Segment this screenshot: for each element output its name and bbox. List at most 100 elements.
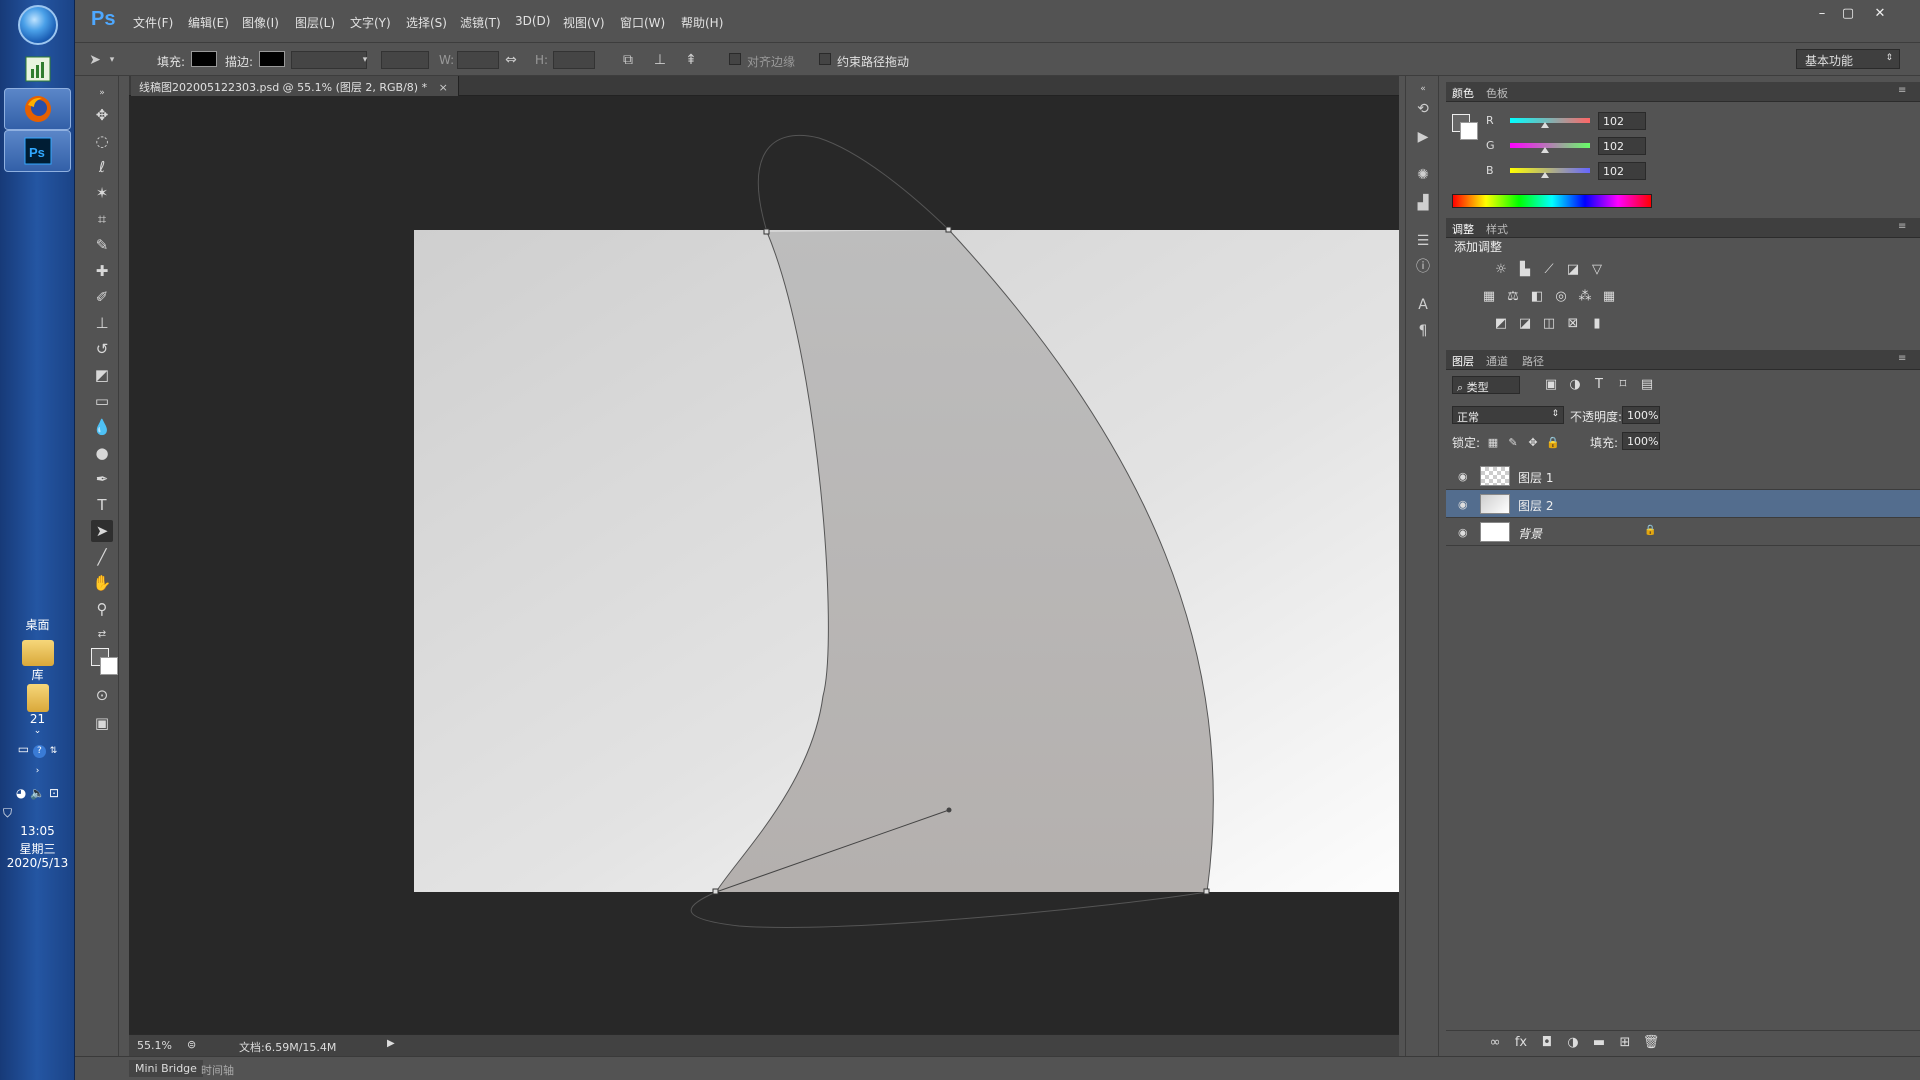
layer-name[interactable]: 图层 2 xyxy=(1518,497,1553,514)
menu-file[interactable]: 文件(F) xyxy=(133,14,173,31)
tray-expand-icon[interactable]: › xyxy=(0,766,75,776)
lock-position-icon[interactable]: ✥ xyxy=(1526,436,1540,450)
brush-panel-icon[interactable]: ✺ xyxy=(1414,166,1432,184)
opacity-field[interactable]: 100% xyxy=(1622,406,1660,424)
canvas-svg[interactable] xyxy=(129,96,1471,1034)
curves-icon[interactable]: ⟋ xyxy=(1540,262,1558,278)
lasso-tool-icon[interactable]: ℓ xyxy=(91,156,113,178)
swap-colors-icon[interactable]: ⇄ xyxy=(91,624,113,646)
color-balance-icon[interactable]: ⚖ xyxy=(1504,289,1522,305)
tray-menu-icon[interactable]: ⇅ xyxy=(50,746,58,756)
color-bg-preview[interactable] xyxy=(1460,122,1478,140)
gradient-tool-icon[interactable]: ▭ xyxy=(91,390,113,412)
width-field[interactable] xyxy=(457,51,499,69)
red-slider[interactable]: R 102 xyxy=(1486,112,1656,132)
fill-field[interactable]: 100% xyxy=(1622,432,1660,450)
delete-layer-icon[interactable]: 🗑 xyxy=(1642,1035,1660,1051)
blue-thumb[interactable] xyxy=(1541,172,1549,178)
add-mask-icon[interactable]: ◘ xyxy=(1538,1035,1556,1051)
maximize-button[interactable]: ▢ xyxy=(1835,6,1861,24)
folder-shortcut[interactable]: 21 ⌄ xyxy=(0,684,75,736)
taskbar-app-photoshop[interactable]: Ps xyxy=(4,130,71,172)
red-thumb[interactable] xyxy=(1541,122,1549,128)
black-white-icon[interactable]: ◧ xyxy=(1528,289,1546,305)
type-tool-icon[interactable]: T xyxy=(91,494,113,516)
clock-day[interactable]: 星期三 xyxy=(0,840,75,857)
stroke-width-dropdown-icon[interactable]: ▾ xyxy=(357,52,373,68)
character-panel-icon[interactable]: A xyxy=(1414,296,1432,314)
close-tab-icon[interactable]: × xyxy=(439,81,448,94)
green-track[interactable] xyxy=(1510,143,1590,148)
layer-style-icon[interactable]: fx xyxy=(1512,1035,1530,1051)
shield-icon[interactable]: ⛉ xyxy=(0,806,75,821)
document-tab[interactable]: 线稿图202005122303.psd @ 55.1% (图层 2, RGB/8… xyxy=(131,76,459,96)
brush-tool-icon[interactable]: ✐ xyxy=(91,286,113,308)
blue-slider[interactable]: B 102 xyxy=(1486,162,1656,182)
menu-image[interactable]: 图像(I) xyxy=(242,14,279,31)
vibrance-icon[interactable]: ▽ xyxy=(1588,262,1606,278)
path-arrangement-icon[interactable]: ⇞ xyxy=(683,52,699,68)
panel-menu-icon[interactable]: ≡ xyxy=(1898,85,1906,96)
clock-time[interactable]: 13:05 xyxy=(0,824,75,838)
visibility-eye-icon[interactable]: ◉ xyxy=(1458,470,1468,483)
status-menu-icon[interactable]: ⊜ xyxy=(187,1038,196,1051)
path-selection-tool-icon[interactable]: ➤ xyxy=(91,520,113,542)
layer-name[interactable]: 背景 xyxy=(1518,525,1542,542)
lock-transparent-icon[interactable]: ▦ xyxy=(1486,436,1500,450)
fill-swatch[interactable] xyxy=(191,51,217,67)
blur-tool-icon[interactable]: 💧 xyxy=(91,416,113,438)
color-lookup-icon[interactable]: ▦ xyxy=(1600,289,1618,305)
red-track[interactable] xyxy=(1510,118,1590,123)
menu-edit[interactable]: 编辑(E) xyxy=(188,14,229,31)
posterize-icon[interactable]: ◪ xyxy=(1516,316,1534,332)
clone-stamp-tool-icon[interactable]: ⊥ xyxy=(91,312,113,334)
anchor-point[interactable] xyxy=(945,226,952,233)
red-value[interactable]: 102 xyxy=(1598,112,1646,130)
tab-color[interactable]: 颜色 xyxy=(1452,85,1474,101)
histogram-panel-icon[interactable]: ▟ xyxy=(1414,194,1432,212)
tab-timeline[interactable]: 时间轴 xyxy=(195,1060,240,1080)
hand-tool-icon[interactable]: ✋ xyxy=(91,572,113,594)
green-slider[interactable]: G 102 xyxy=(1486,137,1656,157)
eraser-tool-icon[interactable]: ◩ xyxy=(91,364,113,386)
align-edges-checkbox[interactable] xyxy=(729,53,741,65)
path-operations-icon[interactable]: ⧉ xyxy=(620,52,636,68)
taskbar-app-chart[interactable] xyxy=(4,48,71,90)
invert-icon[interactable]: ◩ xyxy=(1492,316,1510,332)
volume-icon[interactable]: 🔈 xyxy=(30,786,45,800)
anchor-point[interactable] xyxy=(1203,888,1210,895)
layer-row-background[interactable]: ◉ 背景 🔒 xyxy=(1446,518,1920,546)
history-brush-tool-icon[interactable]: ↺ xyxy=(91,338,113,360)
visibility-eye-icon[interactable]: ◉ xyxy=(1458,498,1468,511)
line-tool-icon[interactable]: ╱ xyxy=(91,546,113,568)
background-color[interactable] xyxy=(100,657,118,675)
photo-filter-icon[interactable]: ◎ xyxy=(1552,289,1570,305)
layer-row-1[interactable]: ◉ 图层 1 xyxy=(1446,462,1920,490)
stroke-swatch[interactable] xyxy=(259,51,285,67)
adjust-panel-menu-icon[interactable]: ≡ xyxy=(1898,221,1906,232)
dodge-tool-icon[interactable]: ● xyxy=(91,442,113,464)
desktop-label[interactable]: 桌面 xyxy=(0,616,75,633)
bezier-handle-point[interactable] xyxy=(946,807,952,813)
paragraph-panel-icon[interactable]: ¶ xyxy=(1414,322,1432,340)
menu-select[interactable]: 选择(S) xyxy=(406,14,447,31)
blue-value[interactable]: 102 xyxy=(1598,162,1646,180)
eyedropper-tool-icon[interactable]: ✎ xyxy=(91,234,113,256)
dock-collapse-icon[interactable]: « xyxy=(1414,80,1432,98)
green-thumb[interactable] xyxy=(1541,147,1549,153)
menu-type[interactable]: 文字(Y) xyxy=(350,14,391,31)
blend-mode-dropdown[interactable]: 正常 ⇕ xyxy=(1452,406,1564,424)
brightness-contrast-icon[interactable]: ☼ xyxy=(1492,262,1510,278)
network-folder-icon[interactable]: ▭ xyxy=(18,742,29,756)
selective-color-icon[interactable]: ⊠ xyxy=(1564,316,1582,332)
tab-adjustments[interactable]: 调整 xyxy=(1452,221,1474,237)
blue-track[interactable] xyxy=(1510,168,1590,173)
tab-swatches[interactable]: 色板 xyxy=(1486,85,1508,101)
actions-panel-icon[interactable]: ▶ xyxy=(1414,128,1432,146)
marquee-tool-icon[interactable]: ◌ xyxy=(91,130,113,152)
preset-dropdown-icon[interactable]: ▾ xyxy=(104,52,120,68)
tools-collapse-icon[interactable]: » xyxy=(91,82,113,104)
gradient-map-icon[interactable]: ▮ xyxy=(1588,316,1606,332)
path-alignment-icon[interactable]: ⊥ xyxy=(652,52,668,68)
library-shortcut[interactable]: 库 xyxy=(0,640,75,683)
